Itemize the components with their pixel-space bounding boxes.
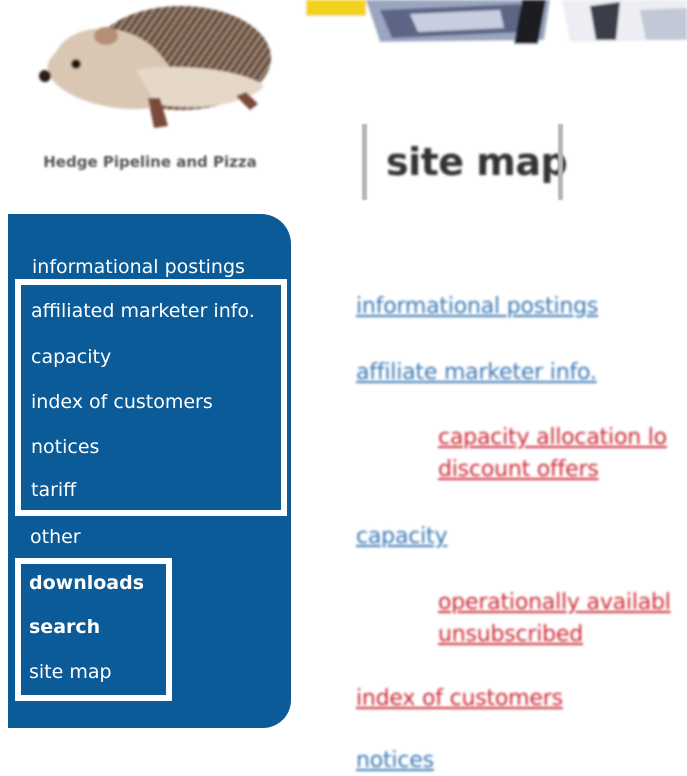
sitemap-link-informational-postings[interactable]: informational postings — [356, 292, 598, 322]
nav-item-affiliated-marketer-info[interactable]: affiliated marketer info. — [31, 300, 255, 322]
nav-item-search[interactable]: search — [29, 616, 100, 638]
header-banner-image — [300, 0, 687, 46]
nav-heading-informational-postings[interactable]: informational postings — [32, 256, 245, 278]
sitemap-link-index-of-customers[interactable]: index of customers — [356, 684, 563, 714]
nav-item-notices[interactable]: notices — [31, 436, 99, 458]
nav-item-downloads[interactable]: downloads — [29, 572, 144, 594]
brand-name: Hedge Pipeline and Pizza — [43, 153, 257, 171]
sitemap-link-notices[interactable]: notices — [356, 746, 434, 776]
sitemap-link-operationally-available[interactable]: operationally availabl — [438, 588, 671, 618]
title-bar-right — [558, 124, 563, 200]
hedgehog-logo-image — [39, 6, 271, 128]
sitemap-link-unsubscribed[interactable]: unsubscribed — [438, 620, 583, 650]
sitemap-link-affiliate-marketer-info[interactable]: affiliate marketer info. — [356, 358, 597, 388]
nav-item-tariff[interactable]: tariff — [31, 479, 76, 501]
sitemap-link-capacity[interactable]: capacity — [356, 522, 447, 552]
sitemap-link-discount-offers[interactable]: discount offers — [438, 455, 599, 485]
nav-item-index-of-customers[interactable]: index of customers — [31, 391, 213, 413]
page-title: site map — [386, 140, 568, 184]
sitemap-link-capacity-allocation[interactable]: capacity allocation lo — [438, 423, 667, 453]
nav-item-site-map[interactable]: site map — [29, 661, 112, 683]
left-navigation: informational postings affiliated market… — [8, 214, 291, 728]
title-bar-left — [362, 124, 367, 200]
nav-heading-other[interactable]: other — [30, 526, 81, 548]
nav-item-capacity[interactable]: capacity — [31, 346, 111, 368]
